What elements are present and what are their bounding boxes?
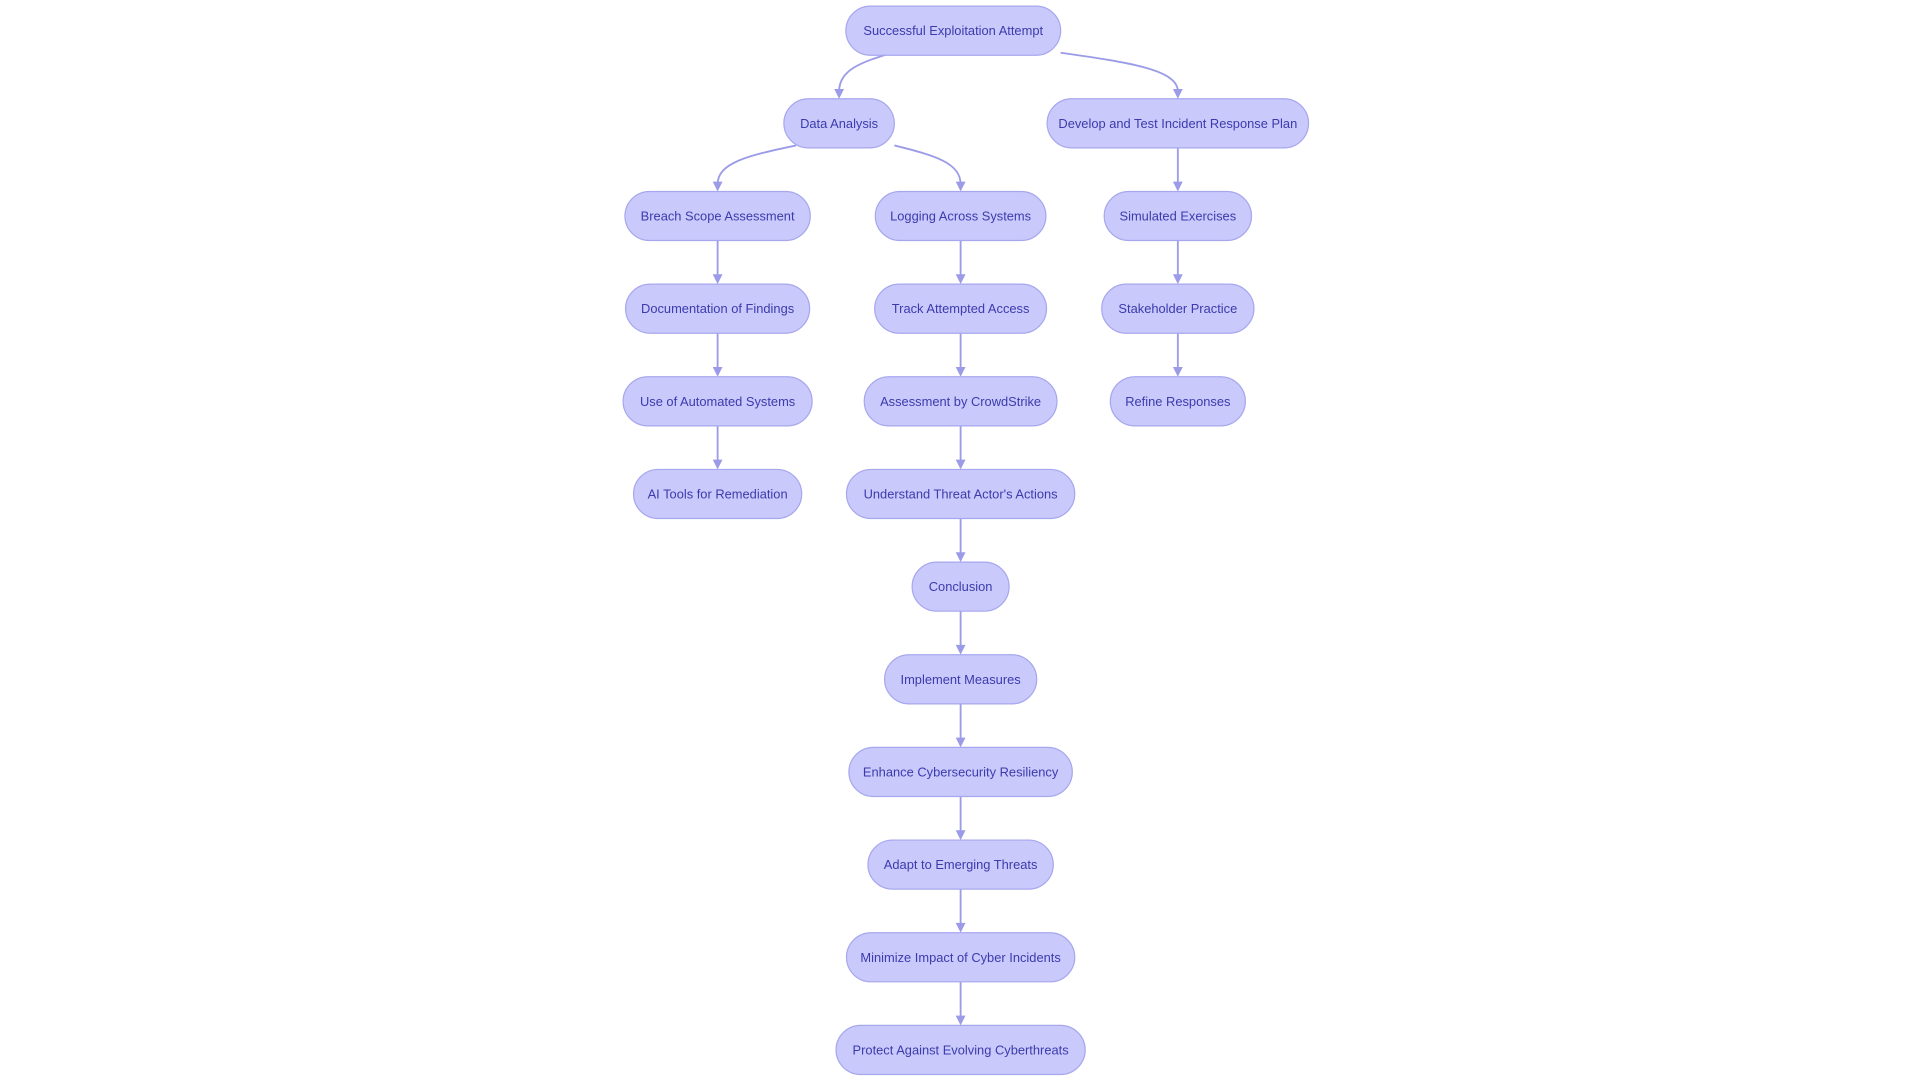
node-label: Documentation of Findings xyxy=(641,301,794,316)
arrowhead-icon xyxy=(1172,181,1183,192)
arrowhead-icon xyxy=(955,922,966,933)
arrowhead-icon xyxy=(955,459,966,470)
node-stake[interactable]: Stakeholder Practice xyxy=(1101,283,1255,334)
arrowhead-icon xyxy=(1172,366,1183,377)
nodes-layer: Successful Exploitation Attempt Data Anal… xyxy=(622,5,1310,1076)
node-ai[interactable]: AI Tools for Remediation xyxy=(632,468,803,520)
edge-line xyxy=(1060,51,1179,92)
edge-enh-adapt xyxy=(955,796,966,841)
arrowhead-icon xyxy=(955,274,966,285)
arrowhead-icon xyxy=(955,1015,966,1026)
edge-data-logging xyxy=(894,144,966,192)
node-sim[interactable]: Simulated Exercises xyxy=(1103,190,1253,242)
edge-impl-enh xyxy=(955,703,966,748)
node-label: Simulated Exercises xyxy=(1120,209,1237,224)
node-impl[interactable]: Implement Measures xyxy=(883,654,1038,705)
node-adapt[interactable]: Adapt to Emerging Threats xyxy=(867,839,1054,890)
node-min[interactable]: Minimize Impact of Cyber Incidents xyxy=(845,932,1076,983)
node-label: Protect Against Evolving Cyberthreats xyxy=(853,1042,1069,1057)
arrowhead-icon xyxy=(1172,274,1183,285)
node-refine[interactable]: Refine Responses xyxy=(1109,376,1246,427)
node-label: Assessment by CrowdStrike xyxy=(880,394,1041,409)
node-logging[interactable]: Logging Across Systems xyxy=(874,190,1047,242)
edge-sim-stake xyxy=(1172,240,1183,285)
arrowhead-icon xyxy=(955,830,966,841)
node-threat[interactable]: Understand Threat Actor's Actions xyxy=(845,468,1076,520)
node-label: Implement Measures xyxy=(901,672,1021,687)
edge-concl-impl xyxy=(955,611,966,655)
node-doc[interactable]: Documentation of Findings xyxy=(624,283,811,334)
edge-line xyxy=(894,144,962,185)
node-prot[interactable]: Protect Against Evolving Cyberthreats xyxy=(835,1024,1086,1076)
edge-logging-track xyxy=(955,240,966,285)
node-plan[interactable]: Develop and Test Incident Response Plan xyxy=(1046,98,1310,149)
node-label: Develop and Test Incident Response Plan xyxy=(1058,116,1297,131)
edge-auto-ai xyxy=(712,425,723,470)
node-label: Data Analysis xyxy=(800,116,878,131)
edge-min-prot xyxy=(955,981,966,1026)
arrowhead-icon xyxy=(712,274,723,285)
arrowhead-icon xyxy=(955,366,966,377)
edge-start-data xyxy=(834,51,893,99)
arrowhead-icon xyxy=(834,88,845,99)
node-start[interactable]: Successful Exploitation Attempt xyxy=(845,5,1062,56)
arrowhead-icon xyxy=(955,552,966,563)
edge-crowd-threat xyxy=(955,425,966,470)
node-label: Conclusion xyxy=(929,579,993,594)
edge-adapt-min xyxy=(955,889,966,933)
node-concl[interactable]: Conclusion xyxy=(911,561,1010,612)
arrowhead-icon xyxy=(712,459,723,470)
edge-plan-sim xyxy=(1172,147,1183,192)
node-breach[interactable]: Breach Scope Assessment xyxy=(624,190,811,242)
arrowhead-icon xyxy=(955,644,966,655)
node-label: Successful Exploitation Attempt xyxy=(863,23,1043,38)
arrowhead-icon xyxy=(712,181,723,192)
node-label: AI Tools for Remediation xyxy=(648,486,788,501)
node-label: Refine Responses xyxy=(1125,394,1230,409)
edge-line xyxy=(716,144,797,185)
node-label: Logging Across Systems xyxy=(890,209,1031,224)
node-label: Use of Automated Systems xyxy=(640,394,795,409)
node-label: Stakeholder Practice xyxy=(1118,301,1237,316)
node-data[interactable]: Data Analysis xyxy=(783,98,895,149)
node-label: Track Attempted Access xyxy=(892,301,1030,316)
edge-stake-refine xyxy=(1172,333,1183,377)
node-label: Minimize Impact of Cyber Incidents xyxy=(860,950,1060,965)
arrowhead-icon xyxy=(1172,88,1183,99)
node-enh[interactable]: Enhance Cybersecurity Resiliency xyxy=(848,746,1073,798)
flowchart-diagram: Successful Exploitation Attempt Data Anal… xyxy=(622,5,1310,1076)
edge-data-breach xyxy=(712,144,797,192)
edge-track-crowd xyxy=(955,333,966,377)
node-label: Adapt to Emerging Threats xyxy=(884,857,1038,872)
edge-start-plan xyxy=(1060,51,1183,99)
node-crowd[interactable]: Assessment by CrowdStrike xyxy=(863,376,1058,427)
node-track[interactable]: Track Attempted Access xyxy=(874,283,1048,334)
arrowhead-icon xyxy=(712,366,723,377)
node-auto[interactable]: Use of Automated Systems xyxy=(622,376,813,427)
node-label: Understand Threat Actor's Actions xyxy=(864,486,1058,501)
edge-line xyxy=(838,51,893,92)
node-label: Breach Scope Assessment xyxy=(641,209,795,224)
edge-threat-concl xyxy=(955,518,966,563)
node-label: Enhance Cybersecurity Resiliency xyxy=(863,764,1059,779)
arrowhead-icon xyxy=(955,181,966,192)
edge-breach-doc xyxy=(712,240,723,285)
edge-doc-auto xyxy=(712,333,723,377)
arrowhead-icon xyxy=(955,737,966,748)
